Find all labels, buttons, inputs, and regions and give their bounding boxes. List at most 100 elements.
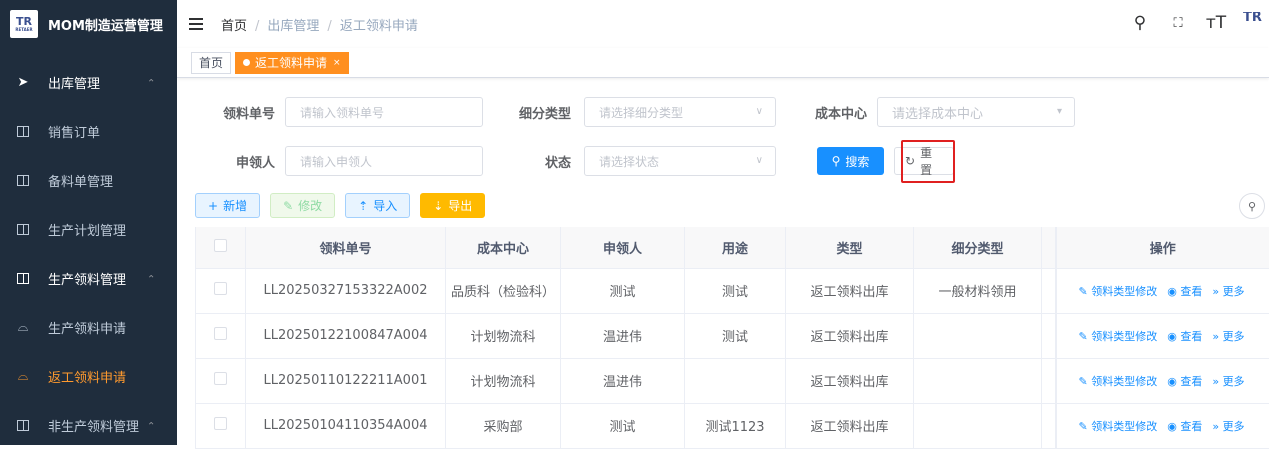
double-chevron-icon: » bbox=[1212, 420, 1219, 433]
book-icon bbox=[16, 419, 30, 433]
breadcrumb-home[interactable]: 首页 bbox=[221, 19, 247, 34]
close-icon[interactable]: × bbox=[333, 58, 341, 68]
cell-ops: ✎ 领料类型修改 ◉ 查看 » 更多 bbox=[1056, 358, 1269, 403]
cell-purpose: 测试 bbox=[685, 268, 786, 313]
tags-view: 首页 返工领料申请 × bbox=[177, 48, 1269, 78]
view-link[interactable]: ◉ 查看 bbox=[1167, 373, 1202, 389]
sidebar-item-sales-order[interactable]: 销售订单 bbox=[0, 107, 177, 156]
col-applicant[interactable]: 申领人 bbox=[561, 227, 685, 268]
cell-applicant: 测试 bbox=[561, 403, 685, 448]
cell-type: 返工领料出库 bbox=[786, 403, 914, 448]
sidebar-item-rework-picking-request[interactable]: ⌓ 返工领料申请 bbox=[0, 352, 177, 401]
hamburger-icon[interactable] bbox=[189, 18, 203, 30]
row-checkbox[interactable] bbox=[214, 417, 227, 430]
search-icon[interactable]: ⚲ bbox=[1129, 13, 1151, 33]
sub-type-select[interactable]: 请选择细分类型∨ bbox=[584, 97, 776, 127]
add-button[interactable]: +新增 bbox=[195, 193, 260, 218]
download-icon: ⇣ bbox=[433, 199, 443, 213]
export-button[interactable]: ⇣导出 bbox=[420, 193, 485, 218]
chevron-down-icon: ∨ bbox=[756, 106, 763, 117]
table-row[interactable]: LL20250122100847A004 计划物流科 温进伟 测试 返工领料出库… bbox=[196, 313, 1269, 358]
cost-center-label: 成本中心 bbox=[803, 103, 867, 122]
table-row[interactable]: LL20250327153322A002 品质科（检验科） 测试 测试 返工领料… bbox=[196, 268, 1269, 313]
headset-icon: ⌓ bbox=[16, 370, 30, 384]
sidebar-item-nonproduction-picking[interactable]: 非生产领料管理 ⌄ bbox=[0, 401, 177, 450]
cost-center-select[interactable]: 请选择成本中心▾ bbox=[877, 97, 1075, 127]
form-row-1: 领料单号 请输入领料单号 bbox=[217, 97, 483, 127]
chevron-up-icon: ⌄ bbox=[147, 419, 155, 430]
select-all-checkbox[interactable] bbox=[214, 239, 227, 252]
double-chevron-icon: » bbox=[1212, 285, 1219, 298]
col-ops: 操作 bbox=[1056, 227, 1269, 268]
col-type[interactable]: 类型 bbox=[786, 227, 914, 268]
sidebar-menu: ➤ 出库管理 ⌄ 销售订单 备料单管理 生产计划管理 生产领料管理 ⌄ ⌓ 生产… bbox=[0, 58, 177, 450]
view-link[interactable]: ◉ 查看 bbox=[1167, 328, 1202, 344]
more-link[interactable]: » 更多 bbox=[1212, 373, 1244, 389]
row-checkbox[interactable] bbox=[214, 282, 227, 295]
col-cost-center[interactable]: 成本中心 bbox=[446, 227, 561, 268]
sidebar-item-production-picking[interactable]: 生产领料管理 ⌄ bbox=[0, 254, 177, 303]
tag-current[interactable]: 返工领料申请 × bbox=[235, 52, 349, 74]
app-title: MOM制造运营管理 bbox=[48, 15, 163, 34]
breadcrumb-outbound[interactable]: 出库管理 bbox=[267, 19, 319, 34]
status-field: 状态 请选择状态∨ bbox=[503, 146, 776, 176]
sidebar: TRRETAER MOM制造运营管理 ➤ 出库管理 ⌄ 销售订单 备料单管理 生… bbox=[0, 0, 177, 445]
tag-home[interactable]: 首页 bbox=[191, 52, 231, 74]
cell-cost-center: 品质科（检验科） bbox=[446, 268, 561, 313]
eye-icon: ◉ bbox=[1167, 375, 1177, 388]
eye-icon: ◉ bbox=[1167, 285, 1177, 298]
edit-button[interactable]: ✎修改 bbox=[270, 193, 335, 218]
toggle-search-icon[interactable]: ⚲ bbox=[1239, 193, 1265, 219]
import-button[interactable]: ⇡导入 bbox=[345, 193, 410, 218]
sidebar-item-outbound[interactable]: ➤ 出库管理 ⌄ bbox=[0, 58, 177, 107]
logo: TRRETAER bbox=[10, 10, 38, 38]
sidebar-item-production-plan[interactable]: 生产计划管理 bbox=[0, 205, 177, 254]
table-row[interactable]: LL20250110122211A001 计划物流科 温进伟 返工领料出库 ✎ … bbox=[196, 358, 1269, 403]
type-edit-link[interactable]: ✎ 领料类型修改 bbox=[1079, 283, 1158, 299]
chevron-down-icon: ∨ bbox=[756, 155, 763, 166]
order-no-label: 领料单号 bbox=[217, 103, 275, 122]
view-link[interactable]: ◉ 查看 bbox=[1167, 418, 1202, 434]
col-purpose[interactable]: 用途 bbox=[685, 227, 786, 268]
search-button[interactable]: ⚲搜索 bbox=[817, 147, 884, 175]
sub-type-field: 细分类型 请选择细分类型∨ bbox=[503, 97, 776, 127]
view-link[interactable]: ◉ 查看 bbox=[1167, 283, 1202, 299]
cell-cost-center: 计划物流科 bbox=[446, 358, 561, 403]
order-no-input[interactable]: 请输入领料单号 bbox=[285, 97, 483, 127]
brand[interactable]: TRRETAER MOM制造运营管理 bbox=[0, 0, 177, 48]
applicant-label: 申领人 bbox=[217, 152, 275, 171]
col-order-no[interactable]: 领料单号 bbox=[246, 227, 446, 268]
cell-purpose: 测试 bbox=[685, 313, 786, 358]
table-header-row: 领料单号 成本中心 申领人 用途 类型 细分类型 操作 bbox=[196, 227, 1269, 268]
cell-type: 返工领料出库 bbox=[786, 358, 914, 403]
cell-purpose bbox=[685, 358, 786, 403]
row-checkbox[interactable] bbox=[214, 327, 227, 340]
type-edit-link[interactable]: ✎ 领料类型修改 bbox=[1079, 373, 1158, 389]
highlight-box bbox=[901, 140, 955, 183]
type-edit-link[interactable]: ✎ 领料类型修改 bbox=[1079, 328, 1158, 344]
cell-type: 返工领料出库 bbox=[786, 313, 914, 358]
active-dot-icon bbox=[243, 59, 250, 66]
more-link[interactable]: » 更多 bbox=[1212, 328, 1244, 344]
status-select[interactable]: 请选择状态∨ bbox=[584, 146, 776, 176]
cell-ops: ✎ 领料类型修改 ◉ 查看 » 更多 bbox=[1056, 268, 1269, 313]
send-icon: ➤ bbox=[16, 76, 30, 90]
row-checkbox[interactable] bbox=[214, 372, 227, 385]
user-avatar[interactable]: TR bbox=[1243, 12, 1269, 34]
fullscreen-icon[interactable]: ⛶ bbox=[1167, 16, 1189, 31]
more-link[interactable]: » 更多 bbox=[1212, 418, 1244, 434]
font-size-icon[interactable]: ᴛT bbox=[1205, 13, 1227, 33]
cell-ops: ✎ 领料类型修改 ◉ 查看 » 更多 bbox=[1056, 313, 1269, 358]
applicant-input[interactable]: 请输入申领人 bbox=[285, 146, 483, 176]
more-link[interactable]: » 更多 bbox=[1212, 283, 1244, 299]
col-sub-type[interactable]: 细分类型 bbox=[914, 227, 1042, 268]
sidebar-item-prep-order[interactable]: 备料单管理 bbox=[0, 156, 177, 205]
table-row[interactable]: LL20250104110354A004 采购部 测试 测试1123 返工领料出… bbox=[196, 403, 1269, 448]
header-tools: ⚲ ⛶ ᴛT TR bbox=[1129, 12, 1269, 34]
sidebar-item-production-picking-request[interactable]: ⌓ 生产领料申请 bbox=[0, 303, 177, 352]
cell-ops: ✎ 领料类型修改 ◉ 查看 » 更多 bbox=[1056, 403, 1269, 448]
book-icon bbox=[16, 223, 30, 237]
type-edit-link[interactable]: ✎ 领料类型修改 bbox=[1079, 418, 1158, 434]
sub-type-label: 细分类型 bbox=[503, 103, 571, 122]
book-icon bbox=[16, 125, 30, 139]
